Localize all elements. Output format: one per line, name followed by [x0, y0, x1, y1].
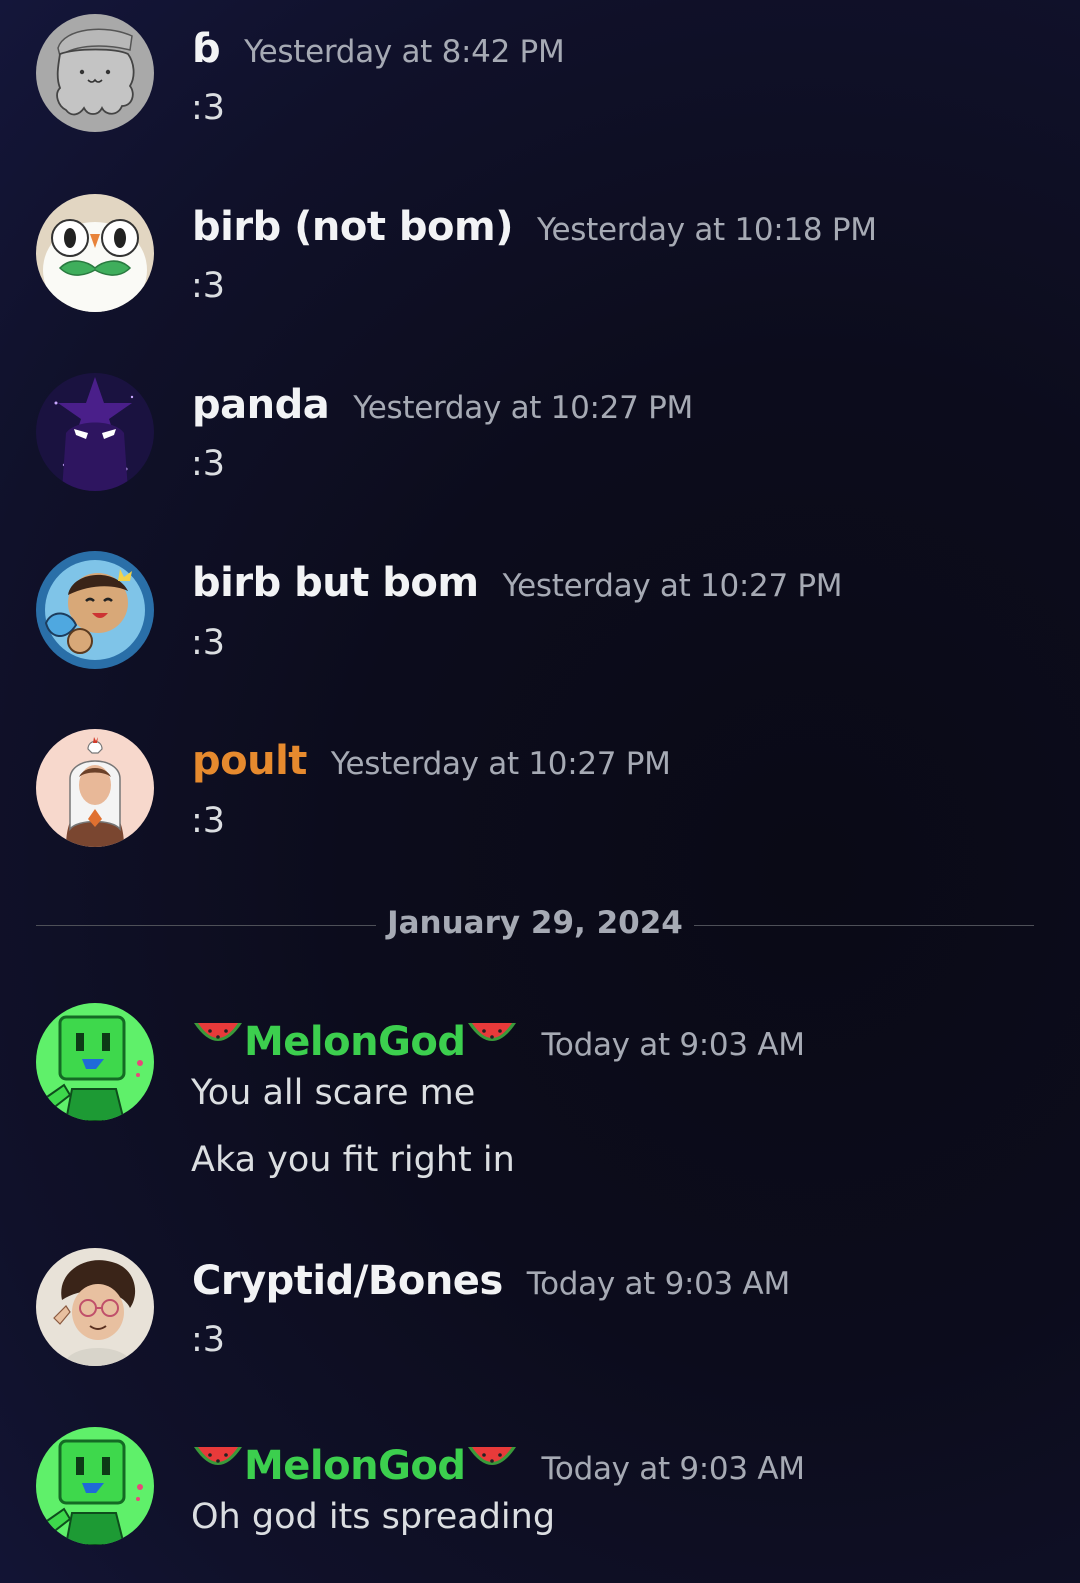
username[interactable]: MelonGod	[244, 1019, 466, 1065]
user-avatar[interactable]	[36, 1248, 154, 1366]
timestamp: Today at 9:03 AM	[526, 1266, 790, 1302]
timestamp: Yesterday at 10:18 PM	[537, 212, 877, 248]
owl-avatar	[36, 194, 154, 312]
username[interactable]: birb but bom	[192, 560, 479, 606]
watermelon-icon	[466, 1435, 518, 1479]
watermelon-icon	[466, 1011, 518, 1055]
username[interactable]: birb (not bom)	[192, 204, 514, 250]
divider-line-left	[36, 925, 376, 926]
timestamp: Today at 9:03 AM	[541, 1027, 805, 1063]
divider-line-right	[694, 925, 1034, 926]
user-avatar[interactable]	[36, 194, 154, 312]
timestamp: Yesterday at 8:42 PM	[244, 34, 565, 70]
watermelon-icon	[192, 1011, 244, 1055]
username[interactable]: Cryptid/Bones	[192, 1258, 503, 1304]
green-robot-avatar	[36, 1003, 154, 1121]
timestamp: Yesterday at 10:27 PM	[330, 746, 671, 782]
username[interactable]: poult	[192, 738, 307, 784]
timestamp: Today at 9:03 AM	[541, 1451, 805, 1487]
timestamp: Yesterday at 10:27 PM	[502, 568, 843, 604]
user-avatar[interactable]	[36, 1427, 154, 1545]
message-text: :3	[191, 88, 226, 128]
user-avatar[interactable]	[36, 14, 154, 132]
message-text: :3	[191, 444, 226, 484]
message-text: :3	[191, 801, 226, 841]
message-text: :3	[191, 1320, 226, 1360]
message-text: Oh god its spreading	[191, 1497, 556, 1537]
user-avatar[interactable]	[36, 551, 154, 669]
watermelon-icon	[192, 1435, 244, 1479]
username[interactable]: ɓ	[192, 26, 221, 72]
message-text: You all scare me	[191, 1073, 476, 1113]
message-text: :3	[191, 266, 226, 306]
date-divider-label: January 29, 2024	[387, 905, 683, 941]
user-avatar[interactable]	[36, 729, 154, 847]
chicken-hat-person-avatar	[36, 729, 154, 847]
message-text: :3	[191, 623, 226, 663]
glasses-person-avatar	[36, 1248, 154, 1366]
message-list: ɓ Yesterday at 8:42 PM :3 birb (not bom)…	[0, 0, 1080, 1583]
message-text: Aka you fit right in	[191, 1140, 515, 1180]
date-divider: January 29, 2024	[36, 905, 1034, 945]
user-avatar[interactable]	[36, 1003, 154, 1121]
crowned-character-avatar	[36, 551, 154, 669]
username[interactable]: MelonGod	[244, 1443, 466, 1489]
user-avatar[interactable]	[36, 373, 154, 491]
autism-hat-creature-avatar	[36, 14, 154, 132]
timestamp: Yesterday at 10:27 PM	[353, 390, 693, 426]
purple-star-creature-avatar	[36, 373, 154, 491]
green-robot-avatar	[36, 1427, 154, 1545]
username[interactable]: panda	[192, 382, 330, 428]
